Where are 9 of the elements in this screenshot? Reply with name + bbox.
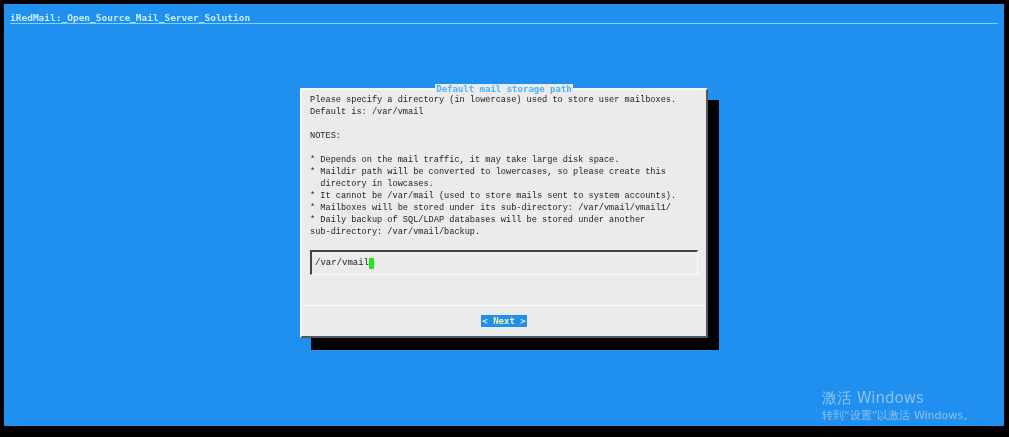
message-text: NOTES:: [310, 130, 342, 142]
message-text: Please specify a directory (in lowercase) used to store user mailboxes. Default is: /var/vmail: [310, 94, 678, 118]
activation-title: 激活 Windows: [822, 389, 925, 408]
text-cursor-icon: [369, 257, 374, 269]
activation-subtitle: 转到“设置”以激活 Windows。: [822, 408, 974, 423]
message-text: * Depends on the mail traffic, it may take large disk space. * Maildir path will be converted to lowercases, so please create this directory in lowcases. * It cannot be /var/mail (used to store mails sent to system accounts). * Mailboxes will be stored under its sub-directory: /var/vmail/vmail1/ * Daily backup of SQL/LDAP databases will be stored under another sub-directory: /var/vmail/backup.: [310, 154, 678, 238]
screen-title: iRedMail:_Open_Source_Mail_Server_Solution: [10, 12, 251, 23]
dialog-title: Default mail storage path: [435, 84, 573, 94]
input-field[interactable]: /var/vmail: [310, 250, 698, 275]
